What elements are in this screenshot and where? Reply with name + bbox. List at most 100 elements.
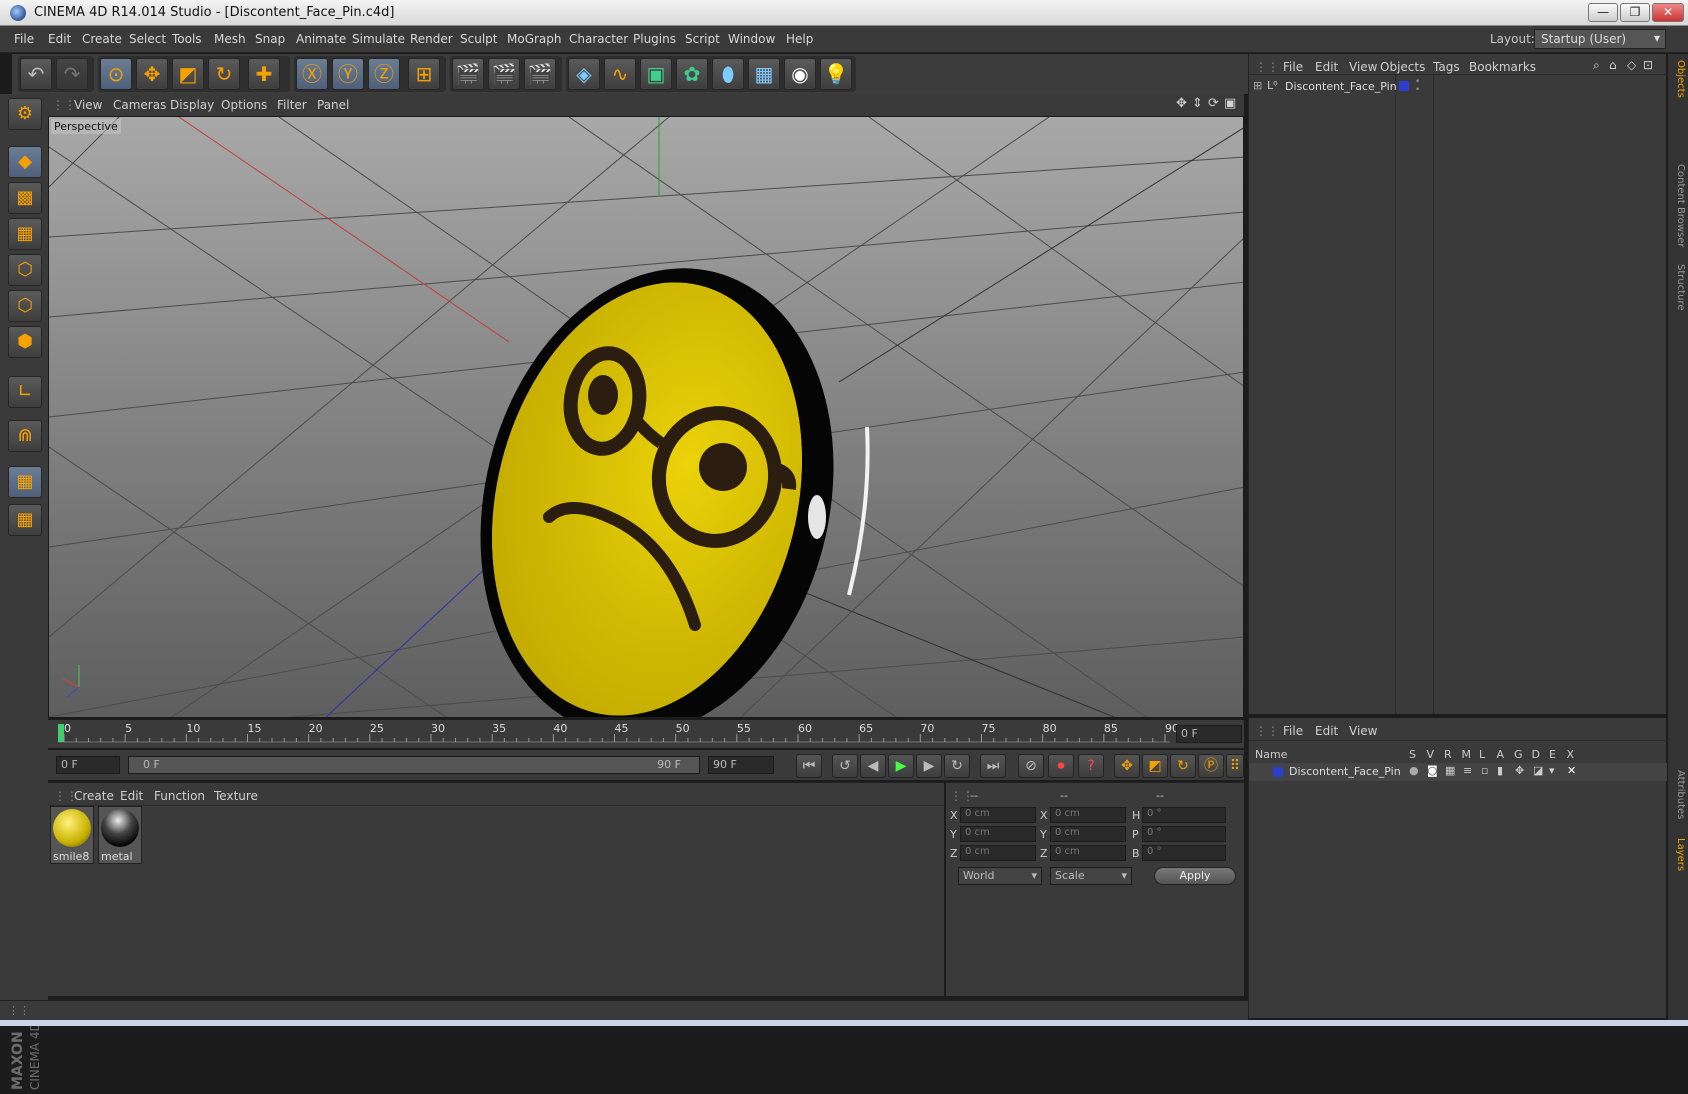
position-key-button[interactable]: ✥ <box>1114 754 1140 778</box>
viewport-menu-panel[interactable]: Panel <box>317 98 349 112</box>
workplane-lock-button[interactable]: ▦ <box>8 466 42 498</box>
object-name[interactable]: Discontent_Face_Pin <box>1285 80 1397 93</box>
y-axis-button[interactable]: Ⓨ <box>332 58 364 90</box>
render-icon[interactable]: ▦ <box>1445 764 1455 777</box>
visibility-dots-icon[interactable]: • • <box>1415 78 1420 95</box>
layer-flag-x[interactable]: X <box>1567 748 1575 761</box>
maximize-view-icon[interactable]: ▣ <box>1224 96 1236 111</box>
viewport-menu-view[interactable]: View <box>74 98 102 112</box>
material-menu-edit[interactable]: Edit <box>120 789 143 803</box>
redo-button[interactable]: ↷ <box>56 58 88 90</box>
make-editable-button[interactable]: ⚙ <box>8 98 42 130</box>
animation-icon[interactable]: ▮ <box>1497 764 1503 777</box>
workplane-mode-button[interactable]: ▦ <box>8 218 42 250</box>
position-field[interactable]: 0 cm <box>960 826 1036 842</box>
apply-button[interactable]: Apply <box>1154 867 1236 885</box>
layer-menu-edit[interactable]: Edit <box>1315 724 1338 738</box>
layer-menu-view[interactable]: View <box>1349 724 1377 738</box>
object-menu-objects[interactable]: Objects <box>1380 60 1425 74</box>
layer-row[interactable]: Discontent_Face_Pin ● ◙ ▦ ≡ ▫ ▮ ✥ ◪ ▾ ✕ <box>1249 763 1667 781</box>
layer-name-header[interactable]: Name <box>1255 748 1287 761</box>
timeline-ruler[interactable]: 0 5 10 15 20 25 30 35 40 45 50 55 60 65 70 75 80 85 90 0 F <box>48 720 1244 748</box>
layer-flag-g[interactable]: G <box>1514 748 1523 761</box>
generators-icon[interactable]: ✥ <box>1515 764 1524 777</box>
viewport-menu-cameras[interactable]: Cameras <box>113 98 166 112</box>
last-tool-button[interactable]: ✚ <box>248 58 280 90</box>
layer-flag-e[interactable]: E <box>1549 748 1556 761</box>
locked-workplane-button[interactable]: ▦ <box>8 504 42 536</box>
menu-help[interactable]: Help <box>786 32 813 46</box>
snap-button[interactable]: ⋒ <box>8 420 42 452</box>
menu-plugins[interactable]: Plugins <box>633 32 676 46</box>
restore-button[interactable]: ❐ <box>1620 3 1650 22</box>
points-mode-button[interactable]: ⬡ <box>8 254 42 286</box>
object-menu-bookmarks[interactable]: Bookmarks <box>1469 60 1536 74</box>
menu-simulate[interactable]: Simulate <box>352 32 405 46</box>
go-to-start-button[interactable]: ⏮ <box>796 754 822 778</box>
layer-name[interactable]: Discontent_Face_Pin <box>1289 765 1401 778</box>
layer-color-swatch[interactable] <box>1399 81 1409 91</box>
menu-character[interactable]: Character <box>569 32 628 46</box>
deformers-icon[interactable]: ◪ <box>1533 764 1543 777</box>
object-menu-view[interactable]: View <box>1349 60 1377 74</box>
previous-frame-button[interactable]: ◀ <box>860 754 886 778</box>
layer-flag-r[interactable]: R <box>1444 748 1452 761</box>
rotation-field[interactable]: 0 ° <box>1142 807 1226 823</box>
world-select[interactable]: World ▾ <box>958 867 1042 885</box>
rotation-field[interactable]: 0 ° <box>1142 826 1226 842</box>
tab-content-browser[interactable]: Content Browser <box>1670 164 1686 247</box>
rotate-button[interactable]: ↻ <box>208 58 240 90</box>
scale-key-button[interactable]: ◩ <box>1142 754 1168 778</box>
live-selection-button[interactable]: ⊙ <box>100 58 132 90</box>
parameter-key-button[interactable]: Ⓟ <box>1198 754 1224 778</box>
go-to-end-button[interactable]: ⏭ <box>980 754 1006 778</box>
current-frame-field[interactable]: 0 F <box>1176 725 1242 743</box>
next-frame-button[interactable]: ▶ <box>916 754 942 778</box>
close-button[interactable]: ✕ <box>1652 3 1684 22</box>
solo-icon[interactable]: ● <box>1409 764 1419 777</box>
menu-create[interactable]: Create <box>82 32 122 46</box>
size-field[interactable]: 0 cm <box>1050 807 1126 823</box>
model-mode-button[interactable]: ◆ <box>8 146 42 178</box>
viewport-menu-filter[interactable]: Filter <box>277 98 307 112</box>
size-field[interactable]: 0 cm <box>1050 845 1126 861</box>
nurbs-button[interactable]: ▣ <box>640 58 672 90</box>
size-field[interactable]: 0 cm <box>1050 826 1126 842</box>
next-key-button[interactable]: ↻ <box>944 754 970 778</box>
layer-flag-d[interactable]: D <box>1532 748 1540 761</box>
tab-attributes[interactable]: Attributes <box>1670 770 1686 819</box>
array-button[interactable]: ✿ <box>676 58 708 90</box>
layer-flag-l[interactable]: L <box>1479 748 1485 761</box>
autokey-button[interactable]: ⏺ <box>1048 754 1074 778</box>
menu-mesh[interactable]: Mesh <box>214 32 246 46</box>
position-field[interactable]: 0 cm <box>960 845 1036 861</box>
menu-window[interactable]: Window <box>728 32 775 46</box>
xref-icon[interactable]: ✕ <box>1567 764 1576 777</box>
layer-color-swatch[interactable] <box>1273 767 1283 777</box>
material-menu-create[interactable]: Create <box>74 789 114 803</box>
layer-flag-m[interactable]: M <box>1462 748 1472 761</box>
move-button[interactable]: ✥ <box>136 58 168 90</box>
search-icon[interactable]: ⌕ <box>1593 58 1600 73</box>
record-button[interactable]: ⊘ <box>1018 754 1044 778</box>
expand-icon[interactable]: ⊞ <box>1253 79 1262 92</box>
discontent-face-pin-model[interactable] <box>433 230 881 718</box>
rotation-key-button[interactable]: ↻ <box>1170 754 1196 778</box>
floor-button[interactable]: ▦ <box>748 58 780 90</box>
object-menu-file[interactable]: File <box>1283 60 1303 74</box>
tab-objects[interactable]: Objects <box>1670 60 1686 98</box>
object-row[interactable]: ⊞ L⁰ Discontent_Face_Pin • • <box>1249 78 1667 96</box>
layer-flag-s[interactable]: S <box>1409 748 1416 761</box>
menu-edit[interactable]: Edit <box>48 32 71 46</box>
axis-mode-button[interactable]: ∟ <box>8 376 42 408</box>
menu-render[interactable]: Render <box>410 32 453 46</box>
layer-menu-file[interactable]: File <box>1283 724 1303 738</box>
menu-file[interactable]: File <box>14 32 34 46</box>
position-field[interactable]: 0 cm <box>960 807 1036 823</box>
material-swatch-metal[interactable]: metal <box>98 806 142 864</box>
render-settings-button[interactable]: 🎬 <box>524 58 556 90</box>
x-axis-button[interactable]: Ⓧ <box>296 58 328 90</box>
camera-button[interactable]: ◉ <box>784 58 816 90</box>
object-menu-edit[interactable]: Edit <box>1315 60 1338 74</box>
polygons-mode-button[interactable]: ⬢ <box>8 326 42 358</box>
